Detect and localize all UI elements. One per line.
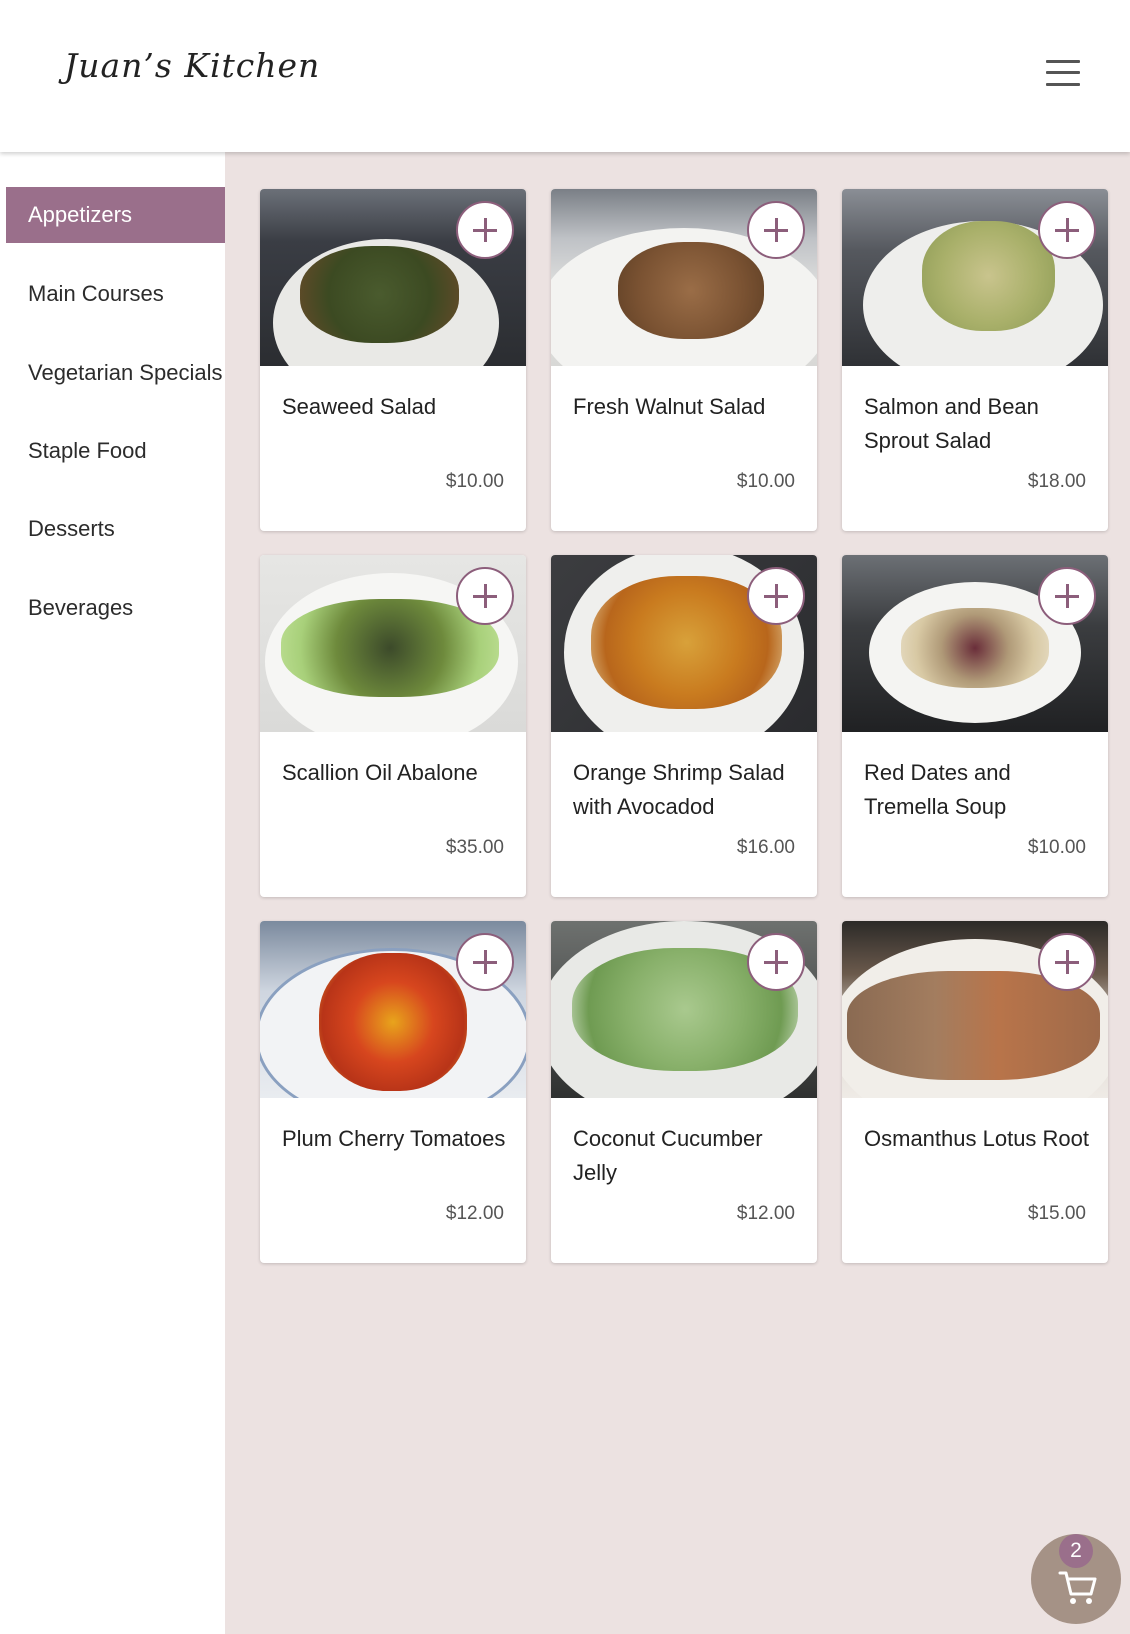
dish-card[interactable]: Orange Shrimp Salad with Avocadod $16.00 [551, 555, 817, 897]
dish-name: Fresh Walnut Salad [573, 394, 766, 419]
add-to-cart-button[interactable] [1038, 201, 1096, 259]
dish-price: $12.00 [736, 1203, 795, 1224]
plus-icon [483, 584, 487, 608]
plus-icon [774, 584, 778, 608]
category-sidebar: Appetizers Main Courses Vegetarian Speci… [0, 152, 225, 1634]
plus-icon [483, 218, 487, 242]
dish-name: Scallion Oil Abalone [282, 760, 478, 785]
menu-bar [1046, 83, 1080, 86]
plus-icon [774, 950, 778, 974]
dish-card[interactable]: Osmanthus Lotus Root $15.00 [842, 921, 1108, 1263]
sidebar-item-beverages[interactable]: Beverages [6, 580, 225, 636]
sidebar-item-main-courses[interactable]: Main Courses [6, 266, 225, 322]
add-to-cart-button[interactable] [747, 933, 805, 991]
dish-name: Salmon and Bean Sprout Salad [864, 394, 1039, 453]
sidebar-item-appetizers[interactable]: Appetizers [6, 187, 225, 243]
add-to-cart-button[interactable] [747, 201, 805, 259]
hamburger-menu-icon[interactable] [1046, 58, 1082, 88]
add-to-cart-button[interactable] [1038, 933, 1096, 991]
dish-price: $15.00 [1027, 1203, 1086, 1224]
dish-card[interactable]: Seaweed Salad $10.00 [260, 189, 526, 531]
shopping-cart-icon [1058, 1571, 1097, 1604]
plus-icon [1065, 584, 1069, 608]
dish-price: $16.00 [736, 837, 795, 858]
dish-name: Seaweed Salad [282, 394, 437, 419]
dish-card[interactable]: Red Dates and Tremella Soup $10.00 [842, 555, 1108, 897]
plus-icon [483, 950, 487, 974]
dish-card[interactable]: Scallion Oil Abalone $35.00 [260, 555, 526, 897]
plus-icon [774, 218, 778, 242]
sidebar-item-vegetarian-specials[interactable]: Vegetarian Specials [6, 345, 225, 401]
cart-count-badge: 2 [1059, 1534, 1093, 1568]
header: Juan’s Kitchen [0, 0, 1130, 152]
add-to-cart-button[interactable] [1038, 567, 1096, 625]
dish-name: Orange Shrimp Salad with Avocadod [573, 760, 785, 819]
sidebar-item-desserts[interactable]: Desserts [6, 501, 225, 557]
dish-price: $10.00 [736, 471, 795, 492]
dish-name: Red Dates and Tremella Soup [864, 760, 1011, 819]
cart-button[interactable]: 2 [1031, 1534, 1121, 1624]
dish-card[interactable]: Salmon and Bean Sprout Salad $18.00 [842, 189, 1108, 531]
dish-price: $10.00 [445, 471, 504, 492]
add-to-cart-button[interactable] [456, 567, 514, 625]
dish-card[interactable]: Plum Cherry Tomatoes $12.00 [260, 921, 526, 1263]
dish-card[interactable]: Coconut Cucumber Jelly $12.00 [551, 921, 817, 1263]
dish-price: $35.00 [445, 837, 504, 858]
dish-name: Coconut Cucumber Jelly [573, 1126, 763, 1185]
add-to-cart-button[interactable] [456, 933, 514, 991]
menu-bar [1046, 71, 1080, 74]
dish-price: $10.00 [1027, 837, 1086, 858]
brand-logo[interactable]: Juan’s Kitchen [64, 46, 320, 85]
dish-card[interactable]: Fresh Walnut Salad $10.00 [551, 189, 817, 531]
dish-name: Osmanthus Lotus Root [864, 1126, 1090, 1151]
dish-name: Plum Cherry Tomatoes [282, 1126, 506, 1151]
menu-bar [1046, 60, 1080, 63]
dish-price: $12.00 [445, 1203, 504, 1224]
add-to-cart-button[interactable] [456, 201, 514, 259]
add-to-cart-button[interactable] [747, 567, 805, 625]
plus-icon [1065, 950, 1069, 974]
sidebar-item-staple-food[interactable]: Staple Food [6, 423, 225, 479]
dish-price: $18.00 [1027, 471, 1086, 492]
plus-icon [1065, 218, 1069, 242]
dish-grid: Seaweed Salad $10.00 Fresh Walnut Salad … [225, 152, 1130, 1634]
